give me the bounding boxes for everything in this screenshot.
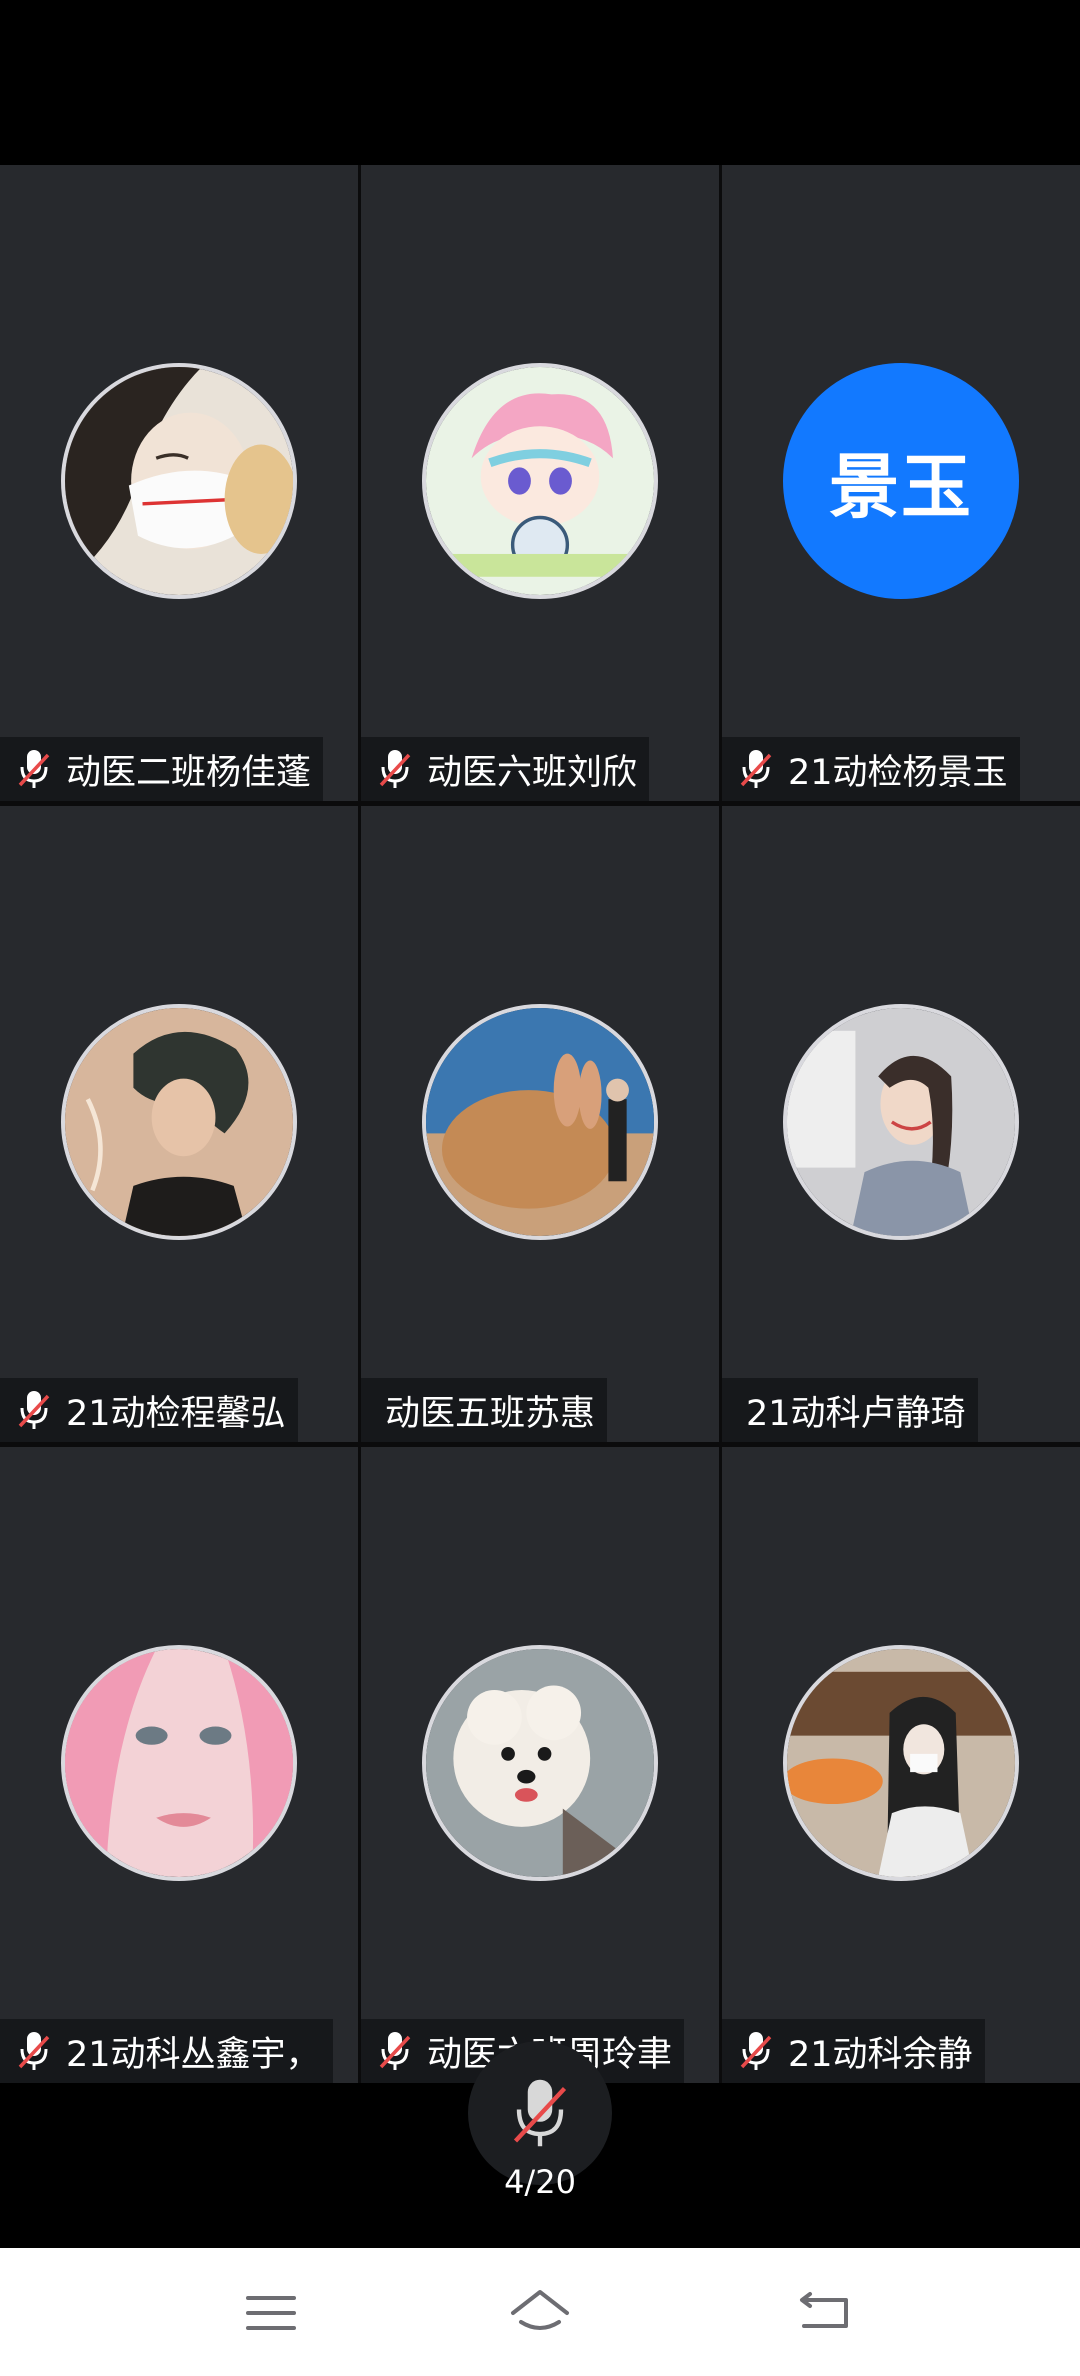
- participant-avatar-text: 景玉: [783, 363, 1019, 599]
- participant-tile[interactable]: 21动科余静: [722, 1447, 1080, 2083]
- participant-name: 21动检程馨弘: [66, 1393, 286, 1434]
- participant-tile[interactable]: 景玉 21动检杨景玉: [722, 165, 1080, 801]
- participant-name-label: 动医五班苏惠: [361, 1378, 608, 1442]
- participant-name-label: 21动检杨景玉: [722, 737, 1020, 801]
- mic-muted-icon: [379, 750, 411, 788]
- participant-name-label: 动医六班刘欣: [361, 737, 650, 801]
- participant-name: 动医六班刘欣: [427, 752, 638, 793]
- avatar-initials: 景玉: [829, 445, 973, 528]
- mic-muted-icon: [379, 2032, 411, 2070]
- avatar-image: [787, 1649, 1015, 1877]
- mic-muted-icon: [18, 1391, 50, 1429]
- mic-muted-icon: [740, 2032, 772, 2070]
- avatar-image: [65, 1008, 293, 1236]
- participant-tile[interactable]: 21动科丛鑫宇，: [0, 1447, 358, 2083]
- back-icon[interactable]: [790, 2278, 860, 2348]
- participant-grid: 动医二班杨佳蓬 动医六班刘欣 景玉 21动检杨景玉 21动检程馨弘 动医五班苏惠…: [0, 165, 1080, 2083]
- avatar-image: [426, 1008, 654, 1236]
- avatar-image: [426, 367, 654, 595]
- mic-muted-icon: [18, 2032, 50, 2070]
- avatar-image: [65, 367, 293, 595]
- avatar-image: [787, 1008, 1015, 1236]
- menu-icon[interactable]: [236, 2278, 306, 2348]
- participant-tile[interactable]: 动医二班杨佳蓬: [0, 165, 358, 801]
- participant-tile[interactable]: 动医六班刘欣: [361, 165, 719, 801]
- participant-name: 21动检杨景玉: [788, 752, 1008, 793]
- participant-tile[interactable]: 动医六班周玲聿: [361, 1447, 719, 2083]
- page-indicator: 4/20: [504, 2163, 576, 2201]
- participant-avatar: [61, 363, 297, 599]
- participant-name: 21动科卢静琦: [746, 1393, 966, 1434]
- home-icon[interactable]: [505, 2278, 575, 2348]
- participant-name: 21动科丛鑫宇，: [66, 2034, 321, 2075]
- participant-avatar: [422, 363, 658, 599]
- participant-avatar: [783, 1004, 1019, 1240]
- mic-muted-icon: [513, 2079, 567, 2147]
- avatar-image: [426, 1649, 654, 1877]
- participant-tile[interactable]: 21动检程馨弘: [0, 806, 358, 1442]
- participant-name-label: 21动科余静: [722, 2019, 985, 2083]
- participant-avatar: [783, 1645, 1019, 1881]
- participant-avatar: [422, 1004, 658, 1240]
- participant-name-label: 21动检程馨弘: [0, 1378, 298, 1442]
- participant-avatar: [61, 1645, 297, 1881]
- participant-name-label: 21动科卢静琦: [722, 1378, 978, 1442]
- participant-name: 动医二班杨佳蓬: [66, 752, 312, 793]
- participant-name-label: 动医二班杨佳蓬: [0, 737, 324, 801]
- participant-name: 动医五班苏惠: [385, 1393, 596, 1434]
- participant-name-label: 21动科丛鑫宇，: [0, 2019, 333, 2083]
- participant-tile[interactable]: 21动科卢静琦: [722, 806, 1080, 1442]
- participant-tile[interactable]: 动医五班苏惠: [361, 806, 719, 1442]
- mic-muted-icon: [740, 750, 772, 788]
- participant-avatar: [422, 1645, 658, 1881]
- meeting-controls: 4/20: [0, 2041, 1080, 2248]
- system-nav-bar: [0, 2248, 1080, 2376]
- participant-name: 21动科余静: [788, 2034, 973, 2075]
- avatar-image: [65, 1649, 293, 1877]
- participant-avatar: [61, 1004, 297, 1240]
- mic-muted-icon: [18, 750, 50, 788]
